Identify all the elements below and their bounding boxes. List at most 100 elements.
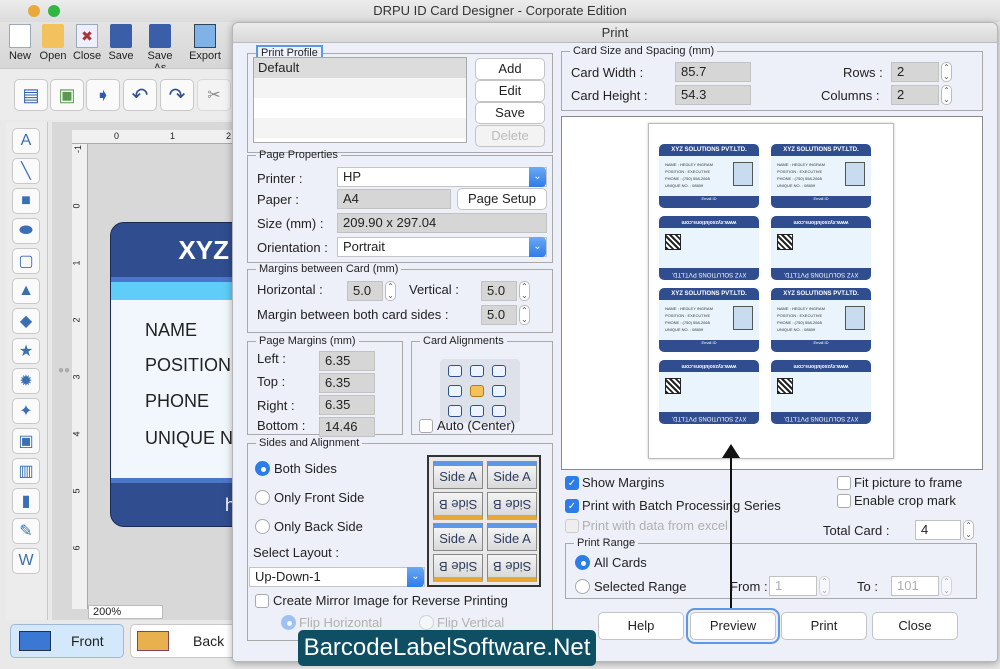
bottom-margin-field[interactable]: 14.46 bbox=[319, 417, 375, 437]
columns-stepper[interactable]: ⌃ ⌄ bbox=[941, 85, 952, 105]
close-button[interactable]: ✖ Close bbox=[70, 24, 104, 62]
mirror-image-checkbox[interactable] bbox=[255, 594, 269, 608]
close-dialog-button[interactable]: Close bbox=[872, 612, 958, 640]
show-margins-checkbox[interactable]: ✓ bbox=[565, 476, 579, 490]
top-margin-field[interactable]: 6.35 bbox=[319, 373, 375, 393]
rows-field[interactable]: 2 bbox=[891, 62, 939, 82]
save-profile-button[interactable]: Save bbox=[475, 102, 545, 124]
horizontal-margin-field[interactable]: 5.0 bbox=[347, 281, 383, 301]
save-button[interactable]: Save bbox=[104, 24, 138, 62]
auto-center-checkbox[interactable] bbox=[419, 419, 433, 433]
card-width-field[interactable]: 85.7 bbox=[675, 62, 751, 82]
picture-tool-button[interactable]: ▣ bbox=[12, 428, 40, 454]
columns-field[interactable]: 2 bbox=[891, 85, 939, 105]
diamond-tool-button[interactable]: ◆ bbox=[12, 308, 40, 334]
flip-horizontal-radio[interactable] bbox=[281, 615, 296, 630]
selected-range-radio[interactable] bbox=[575, 579, 590, 594]
splitter-handle[interactable]: ●● bbox=[58, 365, 70, 376]
align-bottom-right-button[interactable] bbox=[492, 405, 506, 417]
fit-picture-checkbox[interactable] bbox=[837, 476, 851, 490]
vertical-margin-stepper[interactable]: ⌃ ⌄ bbox=[519, 281, 530, 301]
zoom-window-button[interactable] bbox=[48, 5, 60, 17]
minimize-window-button[interactable] bbox=[28, 5, 40, 17]
print-button[interactable]: Print bbox=[781, 612, 867, 640]
from-stepper[interactable]: ⌃ ⌄ bbox=[819, 576, 830, 596]
all-cards-radio[interactable] bbox=[575, 555, 590, 570]
only-front-radio[interactable] bbox=[255, 490, 270, 505]
line-tool-button[interactable]: ╲ bbox=[12, 158, 40, 184]
delete-profile-button[interactable]: Delete bbox=[475, 125, 545, 147]
both-sides-margin-stepper[interactable]: ⌃ ⌄ bbox=[519, 305, 530, 325]
horizontal-ruler: 0 1 2 bbox=[72, 130, 232, 144]
image-button[interactable]: ▣ bbox=[50, 79, 84, 111]
align-middle-center-button[interactable] bbox=[470, 385, 484, 397]
rows-stepper[interactable]: ⌃ ⌄ bbox=[941, 62, 952, 82]
align-top-left-button[interactable] bbox=[448, 365, 462, 377]
undo-button[interactable]: ↶ bbox=[123, 79, 157, 111]
rectangle-tool-button[interactable]: ■ bbox=[12, 188, 40, 214]
redo-button[interactable]: ↷ bbox=[160, 79, 194, 111]
star4-tool-button[interactable]: ✦ bbox=[12, 398, 40, 424]
page-setup-button[interactable]: Page Setup bbox=[457, 188, 547, 210]
profile-item[interactable] bbox=[254, 78, 466, 98]
signature-tool-button[interactable]: ✎ bbox=[12, 518, 40, 544]
preview-card-photo bbox=[845, 306, 865, 330]
burst-tool-button[interactable]: ✹ bbox=[12, 368, 40, 394]
from-field[interactable]: 1 bbox=[769, 576, 817, 596]
profile-list[interactable]: Default bbox=[253, 57, 467, 143]
properties-button[interactable]: ▤ bbox=[14, 79, 48, 111]
align-top-center-button[interactable] bbox=[470, 365, 484, 377]
left-margin-field[interactable]: 6.35 bbox=[319, 351, 375, 371]
cut-button[interactable]: ✂ bbox=[197, 79, 231, 111]
barcode-tool-button[interactable]: ▮ bbox=[12, 488, 40, 514]
printer-select[interactable]: HP ⌄ bbox=[337, 167, 547, 187]
to-field[interactable]: 101 bbox=[891, 576, 939, 596]
layout-select[interactable]: Up-Down-1 ⌄ bbox=[249, 567, 425, 587]
preview-button[interactable]: Preview bbox=[686, 608, 780, 644]
both-sides-margin-field[interactable]: 5.0 bbox=[481, 305, 517, 325]
profile-item[interactable] bbox=[254, 118, 466, 138]
excel-data-checkbox[interactable] bbox=[565, 519, 579, 533]
horizontal-margin-stepper[interactable]: ⌃ ⌄ bbox=[385, 281, 396, 301]
id-card-front[interactable]: XYZ NAME POSITION PHONE UNIQUE N h bbox=[110, 222, 240, 527]
export-image-button[interactable]: ➧ bbox=[86, 79, 120, 111]
zoom-stepper[interactable]: 200% bbox=[88, 605, 163, 619]
both-sides-radio[interactable] bbox=[255, 461, 270, 476]
right-margin-label: Right : bbox=[257, 398, 295, 413]
only-back-radio[interactable] bbox=[255, 519, 270, 534]
align-middle-left-button[interactable] bbox=[448, 385, 462, 397]
save-as-button[interactable]: Save As bbox=[140, 24, 180, 74]
profile-item[interactable] bbox=[254, 98, 466, 118]
vertical-margin-field[interactable]: 5.0 bbox=[481, 281, 517, 301]
text-tool-button[interactable]: A bbox=[12, 128, 40, 154]
card-field-unique: UNIQUE N bbox=[145, 428, 234, 448]
open-button[interactable]: Open bbox=[36, 24, 70, 62]
chevron-down-icon: ⌄ bbox=[529, 167, 546, 187]
batch-processing-checkbox[interactable]: ✓ bbox=[565, 499, 579, 513]
align-bottom-left-button[interactable] bbox=[448, 405, 462, 417]
triangle-tool-button[interactable]: ▲ bbox=[12, 278, 40, 304]
help-button[interactable]: Help bbox=[598, 612, 684, 640]
export-button[interactable]: Export bbox=[186, 24, 224, 62]
front-tab[interactable]: Front bbox=[10, 624, 124, 658]
crop-mark-checkbox[interactable] bbox=[837, 494, 851, 508]
preview-card-name: NAME : HEDLEY INGRAM bbox=[777, 162, 825, 167]
new-button[interactable]: New bbox=[3, 24, 37, 62]
align-middle-right-button[interactable] bbox=[492, 385, 506, 397]
edit-profile-button[interactable]: Edit bbox=[475, 80, 545, 102]
profile-item[interactable]: Default bbox=[254, 58, 466, 78]
star-tool-button[interactable]: ★ bbox=[12, 338, 40, 364]
align-bottom-center-button[interactable] bbox=[470, 405, 484, 417]
watermark-tool-button[interactable]: W bbox=[12, 548, 40, 574]
align-top-right-button[interactable] bbox=[492, 365, 506, 377]
to-stepper[interactable]: ⌃ ⌄ bbox=[941, 576, 952, 596]
orientation-select[interactable]: Portrait ⌄ bbox=[337, 237, 547, 257]
ellipse-tool-button[interactable]: ⬬ bbox=[12, 218, 40, 244]
card-height-field[interactable]: 54.3 bbox=[675, 85, 751, 105]
library-tool-button[interactable]: ▥ bbox=[12, 458, 40, 484]
rounded-rectangle-tool-button[interactable]: ▢ bbox=[12, 248, 40, 274]
add-profile-button[interactable]: Add bbox=[475, 58, 545, 80]
flip-vertical-radio[interactable] bbox=[419, 615, 434, 630]
back-tab[interactable]: Back bbox=[130, 624, 240, 658]
right-margin-field[interactable]: 6.35 bbox=[319, 395, 375, 415]
